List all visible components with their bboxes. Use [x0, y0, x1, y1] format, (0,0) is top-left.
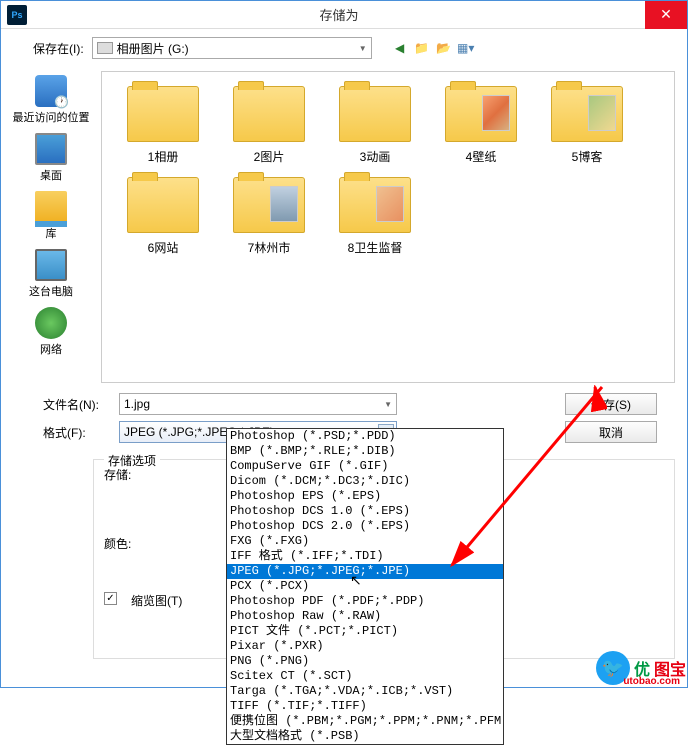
- network-icon: [35, 307, 67, 339]
- save-button[interactable]: 保存(S): [565, 393, 657, 415]
- format-option[interactable]: Photoshop DCS 1.0 (*.EPS): [227, 504, 503, 519]
- folder-thumbnail: [270, 186, 298, 222]
- format-option[interactable]: Photoshop PDF (*.PDF;*.PDP): [227, 594, 503, 609]
- save-in-label: 保存在(I):: [33, 40, 84, 57]
- folder-label: 5博客: [572, 148, 603, 165]
- new-folder-icon[interactable]: 📂: [436, 40, 452, 56]
- folder-label: 2图片: [254, 148, 285, 165]
- sidebar-network[interactable]: 网络: [1, 303, 101, 361]
- desktop-icon: [35, 133, 67, 165]
- sidebar-label: 最近访问的位置: [13, 109, 90, 125]
- folder-label: 3动画: [360, 148, 391, 165]
- sidebar-thispc[interactable]: 这台电脑: [1, 245, 101, 303]
- folder-icon: [339, 86, 411, 142]
- format-option[interactable]: JPEG (*.JPG;*.JPEG;*.JPE): [227, 564, 503, 579]
- filename-input[interactable]: 1.jpg ▼: [119, 393, 397, 415]
- format-option[interactable]: PNG (*.PNG): [227, 654, 503, 669]
- folder-item[interactable]: 2图片: [216, 80, 322, 171]
- format-option[interactable]: PCX (*.PCX): [227, 579, 503, 594]
- cancel-button[interactable]: 取消: [565, 421, 657, 443]
- thumbnail-checkbox[interactable]: ✓: [104, 592, 117, 605]
- format-option[interactable]: Dicom (*.DCM;*.DC3;*.DIC): [227, 474, 503, 489]
- folder-item[interactable]: 5博客: [534, 80, 640, 171]
- folder-item[interactable]: 8卫生监督: [322, 171, 428, 262]
- folder-icon: [551, 86, 623, 142]
- format-label: 格式(F):: [13, 424, 109, 441]
- watermark: 🐦 优图宝 utobao.com: [596, 651, 686, 685]
- folder-item[interactable]: 7林州市: [216, 171, 322, 262]
- folder-thumbnail: [588, 95, 616, 131]
- folder-item[interactable]: 3动画: [322, 80, 428, 171]
- format-option[interactable]: Photoshop EPS (*.EPS): [227, 489, 503, 504]
- folder-item[interactable]: 4壁纸: [428, 80, 534, 171]
- location-value: 相册图片 (G:): [117, 40, 189, 57]
- sidebar-label: 这台电脑: [29, 283, 73, 299]
- folder-icon: [339, 177, 411, 233]
- libraries-icon: [35, 191, 67, 223]
- thumbnail-label: 缩览图(T): [131, 592, 182, 609]
- app-icon: Ps: [7, 5, 27, 25]
- format-option[interactable]: Photoshop Raw (*.RAW): [227, 609, 503, 624]
- chevron-down-icon: ▼: [359, 44, 367, 53]
- close-button[interactable]: ✕: [645, 1, 687, 29]
- recent-icon: [35, 75, 67, 107]
- folder-item[interactable]: 6网站: [110, 171, 216, 262]
- sidebar-desktop[interactable]: 桌面: [1, 129, 101, 187]
- sidebar-label: 库: [46, 225, 57, 241]
- drive-icon: [97, 42, 113, 54]
- places-sidebar: 最近访问的位置 桌面 库 这台电脑 网络: [1, 67, 101, 387]
- folder-icon: [127, 86, 199, 142]
- format-option[interactable]: Targa (*.TGA;*.VDA;*.ICB;*.VST): [227, 684, 503, 699]
- folder-icon: [233, 86, 305, 142]
- format-option[interactable]: Scitex CT (*.SCT): [227, 669, 503, 684]
- folder-icon: [127, 177, 199, 233]
- sidebar-label: 桌面: [40, 167, 62, 183]
- format-option[interactable]: CompuServe GIF (*.GIF): [227, 459, 503, 474]
- titlebar: Ps 存储为 ✕: [1, 1, 687, 29]
- folder-label: 7林州市: [248, 239, 291, 256]
- folder-label: 8卫生监督: [348, 239, 403, 256]
- format-option[interactable]: 大型文档格式 (*.PSB): [227, 729, 503, 744]
- folder-item[interactable]: 1相册: [110, 80, 216, 171]
- location-dropdown[interactable]: 相册图片 (G:) ▼: [92, 37, 372, 59]
- close-icon: ✕: [660, 6, 672, 23]
- filename-value: 1.jpg: [124, 397, 150, 411]
- computer-icon: [35, 249, 67, 281]
- sidebar-libraries[interactable]: 库: [1, 187, 101, 245]
- format-option[interactable]: IFF 格式 (*.IFF;*.TDI): [227, 549, 503, 564]
- format-option[interactable]: FXG (*.FXG): [227, 534, 503, 549]
- format-option[interactable]: TIFF (*.TIF;*.TIFF): [227, 699, 503, 714]
- back-icon[interactable]: ◀: [392, 40, 408, 56]
- format-option[interactable]: Photoshop (*.PSD;*.PDD): [227, 429, 503, 444]
- color-opts-label: 颜色:: [104, 535, 131, 552]
- chevron-down-icon[interactable]: ▼: [384, 400, 392, 409]
- format-option[interactable]: 便携位图 (*.PBM;*.PGM;*.PPM;*.PNM;*.PFM;*.PA…: [227, 714, 503, 729]
- format-option[interactable]: PICT 文件 (*.PCT;*.PICT): [227, 624, 503, 639]
- format-option[interactable]: BMP (*.BMP;*.RLE;*.DIB): [227, 444, 503, 459]
- folder-label: 6网站: [148, 239, 179, 256]
- folder-thumbnail: [482, 95, 510, 131]
- up-icon[interactable]: 📁: [414, 40, 430, 56]
- folder-icon: [445, 86, 517, 142]
- options-title: 存储选项: [104, 452, 160, 469]
- sidebar-recent[interactable]: 最近访问的位置: [1, 71, 101, 129]
- sidebar-label: 网络: [40, 341, 62, 357]
- folder-icon: [233, 177, 305, 233]
- location-toolbar: 保存在(I): 相册图片 (G:) ▼ ◀ 📁 📂 ▦▾: [1, 29, 687, 67]
- window-title: 存储为: [33, 5, 645, 24]
- watermark-url: utobao.com: [623, 676, 680, 687]
- view-menu-icon[interactable]: ▦▾: [458, 40, 474, 56]
- folder-label: 1相册: [148, 148, 179, 165]
- format-dropdown-list[interactable]: Photoshop (*.PSD;*.PDD)BMP (*.BMP;*.RLE;…: [226, 428, 504, 745]
- folder-thumbnail: [376, 186, 404, 222]
- format-option[interactable]: Photoshop DCS 2.0 (*.EPS): [227, 519, 503, 534]
- format-option[interactable]: Pixar (*.PXR): [227, 639, 503, 654]
- folder-label: 4壁纸: [466, 148, 497, 165]
- filename-label: 文件名(N):: [13, 396, 109, 413]
- file-browser[interactable]: 1相册 2图片 3动画 4壁纸 5博客 6网站 7林州市 8卫生监督: [101, 71, 675, 383]
